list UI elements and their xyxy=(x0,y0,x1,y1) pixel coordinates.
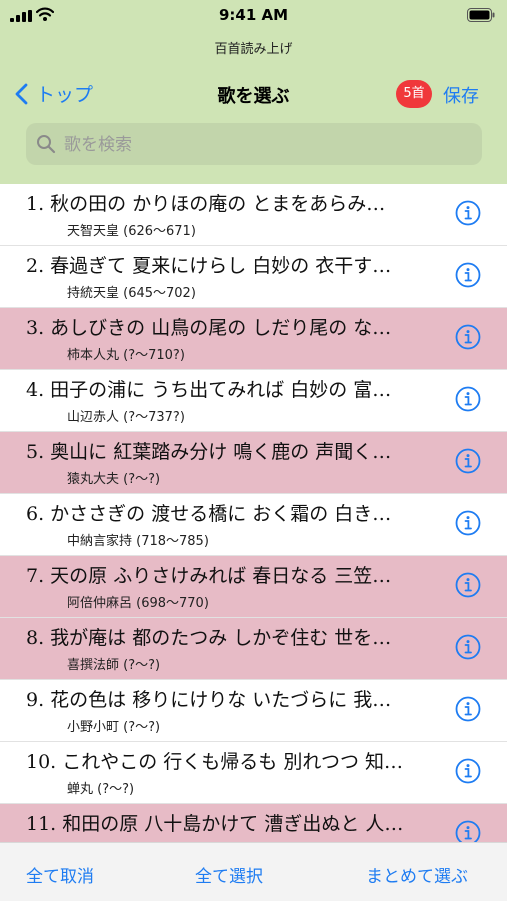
poem-row[interactable]: 2. 春過ぎて 夏来にけらし 白妙の 衣干す… 持統天皇 (645～702) xyxy=(0,246,507,308)
poem-author: 山辺赤人 (?～737?) xyxy=(67,410,185,425)
poem-author: 持統天皇 (645～702) xyxy=(67,286,196,301)
info-icon[interactable] xyxy=(455,386,481,412)
poem-row[interactable]: 7. 天の原 ふりさけみれば 春日なる 三笠… 阿倍仲麻呂 (698～770) xyxy=(0,556,507,618)
poem-text: 7. 天の原 ふりさけみれば 春日なる 三笠… xyxy=(26,565,392,587)
status-bar: 9:41 AM xyxy=(0,0,507,30)
search-input[interactable] xyxy=(62,123,476,167)
app-title: 百首読み上げ xyxy=(214,42,293,57)
info-icon[interactable] xyxy=(455,448,481,474)
poem-author: 猿丸大夫 (?～?) xyxy=(67,472,161,487)
search-icon xyxy=(37,135,56,154)
poem-list: 1. 秋の田の かりほの庵の とまをあらみ… 天智天皇 (626～671) 2. 春… xyxy=(0,184,507,866)
poem-text: 9. 花の色は 移りにけりな いたづらに 我… xyxy=(26,689,392,711)
poem-author: 阿倍仲麻呂 (698～770) xyxy=(67,596,209,611)
status-time: 9:41 AM xyxy=(218,6,289,24)
poem-row[interactable]: 10. これやこの 行くも帰るも 別れつつ 知… 蝉丸 (?～?) xyxy=(0,742,507,804)
poem-text: 8. 我が庵は 都のたつみ しかぞ住む 世を… xyxy=(26,627,392,649)
poem-row[interactable]: 6. かささぎの 渡せる橋に おく霜の 白き… 中納言家持 (718～785) xyxy=(0,494,507,556)
poem-text: 11. 和田の原 八十島かけて 漕ぎ出ぬと 人… xyxy=(26,813,404,835)
poem-row[interactable]: 4. 田子の浦に うち出てみれば 白妙の 富… 山辺赤人 (?～737?) xyxy=(0,370,507,432)
select-all-button[interactable]: 全て選択 xyxy=(195,862,263,887)
poem-row[interactable]: 5. 奥山に 紅葉踏み分け 鳴く鹿の 声聞く… 猿丸大夫 (?～?) xyxy=(0,432,507,494)
poem-row[interactable]: 9. 花の色は 移りにけりな いたづらに 我… 小野小町 (?～?) xyxy=(0,680,507,742)
info-icon[interactable] xyxy=(455,200,481,226)
info-icon[interactable] xyxy=(455,634,481,660)
bottom-toolbar: 全て取消 全て選択 まとめて選ぶ xyxy=(0,842,507,901)
poem-author: 蝉丸 (?～?) xyxy=(67,782,135,797)
poem-author: 小野小町 (?～?) xyxy=(67,720,161,735)
navigation-bar: トップ 歌を選ぶ 5首 保存 xyxy=(0,76,507,112)
poem-author: 中納言家持 (718～785) xyxy=(67,534,209,549)
info-icon[interactable] xyxy=(455,510,481,536)
poem-text: 4. 田子の浦に うち出てみれば 白妙の 富… xyxy=(26,379,392,401)
search-bar[interactable] xyxy=(26,123,482,167)
poem-text: 2. 春過ぎて 夏来にけらし 白妙の 衣干す… xyxy=(26,255,392,277)
poem-row[interactable]: 1. 秋の田の かりほの庵の とまをあらみ… 天智天皇 (626～671) xyxy=(0,184,507,246)
save-button[interactable]: 保存 xyxy=(443,82,479,108)
poem-text: 3. あしびきの 山鳥の尾の しだり尾の な… xyxy=(26,317,392,339)
selected-count-badge: 5首 xyxy=(396,80,432,108)
battery-icon xyxy=(467,8,495,22)
poem-row[interactable]: 3. あしびきの 山鳥の尾の しだり尾の な… 柿本人丸 (?～710?) xyxy=(0,308,507,370)
info-icon[interactable] xyxy=(455,262,481,288)
poem-text: 6. かささぎの 渡せる橋に おく霜の 白き… xyxy=(26,503,392,525)
info-icon[interactable] xyxy=(455,758,481,784)
poem-author: 天智天皇 (626～671) xyxy=(67,224,196,239)
info-icon[interactable] xyxy=(455,324,481,350)
info-icon[interactable] xyxy=(455,572,481,598)
header: 9:41 AM 百首読み上げ トップ 歌を選ぶ 5首 保存 xyxy=(0,0,507,184)
poem-text: 1. 秋の田の かりほの庵の とまをあらみ… xyxy=(26,193,386,215)
info-icon[interactable] xyxy=(455,696,481,722)
poem-author: 柿本人丸 (?～710?) xyxy=(67,348,185,363)
clear-all-button[interactable]: 全て取消 xyxy=(26,862,94,887)
poem-row[interactable]: 8. 我が庵は 都のたつみ しかぞ住む 世を… 喜撰法師 (?～?) xyxy=(0,618,507,680)
poem-text: 5. 奥山に 紅葉踏み分け 鳴く鹿の 声聞く… xyxy=(26,441,392,463)
poem-author: 喜撰法師 (?～?) xyxy=(67,658,161,673)
poem-text: 10. これやこの 行くも帰るも 別れつつ 知… xyxy=(26,751,403,773)
batch-select-button[interactable]: まとめて選ぶ xyxy=(366,862,468,887)
